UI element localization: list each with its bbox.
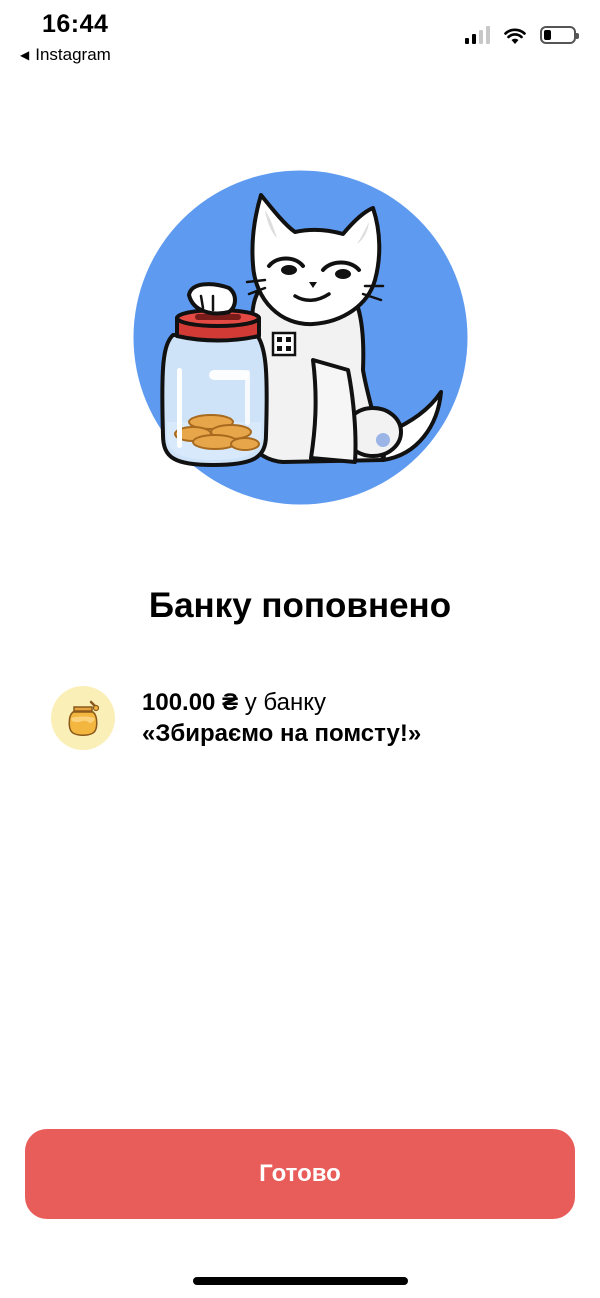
jar-info-text: 100.00 ₴ у банку «Збираємо на помсту!» <box>142 687 421 749</box>
back-app-label: Instagram <box>35 45 111 64</box>
amount-line: 100.00 ₴ у банку <box>142 687 421 718</box>
page-title: Банку поповнено <box>148 586 452 625</box>
back-to-app-button[interactable]: ◀ Instagram <box>20 45 111 65</box>
amount-value: 100.00 ₴ <box>142 689 239 716</box>
honey-jar-icon <box>68 700 100 736</box>
amount-suffix: у банку <box>238 689 326 716</box>
triangle-left-icon: ◀ <box>20 48 30 62</box>
jar-info-row: 100.00 ₴ у банку «Збираємо на помсту!» <box>51 686 421 750</box>
status-time: 16:44 <box>42 10 109 38</box>
status-icons <box>465 26 579 44</box>
cat-with-coin-jar-illustration <box>133 170 468 505</box>
honey-jar-badge <box>51 686 115 750</box>
battery-icon <box>540 26 579 44</box>
cellular-signal-icon <box>465 26 490 44</box>
done-button[interactable]: Готово <box>25 1129 575 1219</box>
battery-level <box>544 30 551 40</box>
status-bar: 16:44 ◀ Instagram <box>0 0 600 70</box>
home-indicator <box>193 1277 408 1285</box>
wifi-icon <box>504 28 526 44</box>
jar-name: «Збираємо на помсту!» <box>142 720 422 747</box>
